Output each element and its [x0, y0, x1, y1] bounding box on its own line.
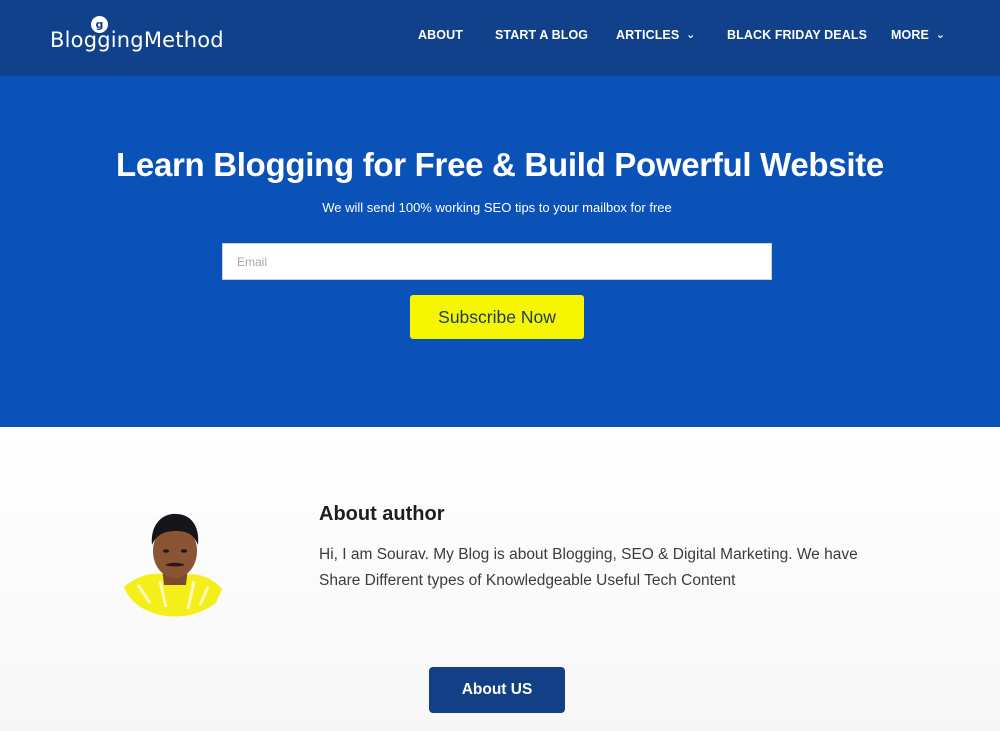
- nav-label: MORE: [891, 28, 929, 42]
- nav-more[interactable]: MORE ⌄: [891, 28, 946, 44]
- nav-label: ABOUT: [418, 28, 463, 42]
- about-author-section: About author Hi, I am Sourav. My Blog is…: [0, 427, 1000, 731]
- logo-badge-icon: g: [91, 16, 108, 33]
- hero-subtitle: We will send 100% working SEO tips to yo…: [322, 200, 672, 215]
- chevron-down-icon: ⌄: [935, 29, 946, 41]
- site-header: BloggingMethod g ABOUT START A BLOG ARTI…: [0, 0, 1000, 76]
- about-title: About author: [319, 503, 445, 525]
- email-input[interactable]: [222, 243, 772, 280]
- nav-label: START A BLOG: [495, 28, 589, 42]
- nav-label: ARTICLES: [616, 28, 680, 42]
- chevron-down-icon: ⌄: [686, 29, 696, 41]
- about-text: Hi, I am Sourav. My Blog is about Bloggi…: [319, 546, 858, 589]
- subscribe-button[interactable]: Subscribe Now: [410, 295, 584, 339]
- nav-label: BLACK FRIDAY DEALS: [727, 28, 868, 42]
- about-us-button[interactable]: About US: [429, 667, 565, 713]
- hero-title: Learn Blogging for Free & Build Powerful…: [116, 146, 884, 183]
- nav-about[interactable]: ABOUT: [418, 28, 463, 44]
- hero-section: Learn Blogging for Free & Build Powerful…: [0, 76, 1000, 427]
- nav-articles[interactable]: ARTICLES ⌄: [616, 28, 696, 44]
- author-avatar: [124, 513, 222, 617]
- logo-text: BloggingMethod: [50, 28, 224, 52]
- nav-start-a-blog[interactable]: START A BLOG: [495, 28, 588, 44]
- site-logo[interactable]: BloggingMethod g: [50, 16, 224, 52]
- nav-black-friday-deals[interactable]: BLACK FRIDAY DEALS: [727, 28, 867, 44]
